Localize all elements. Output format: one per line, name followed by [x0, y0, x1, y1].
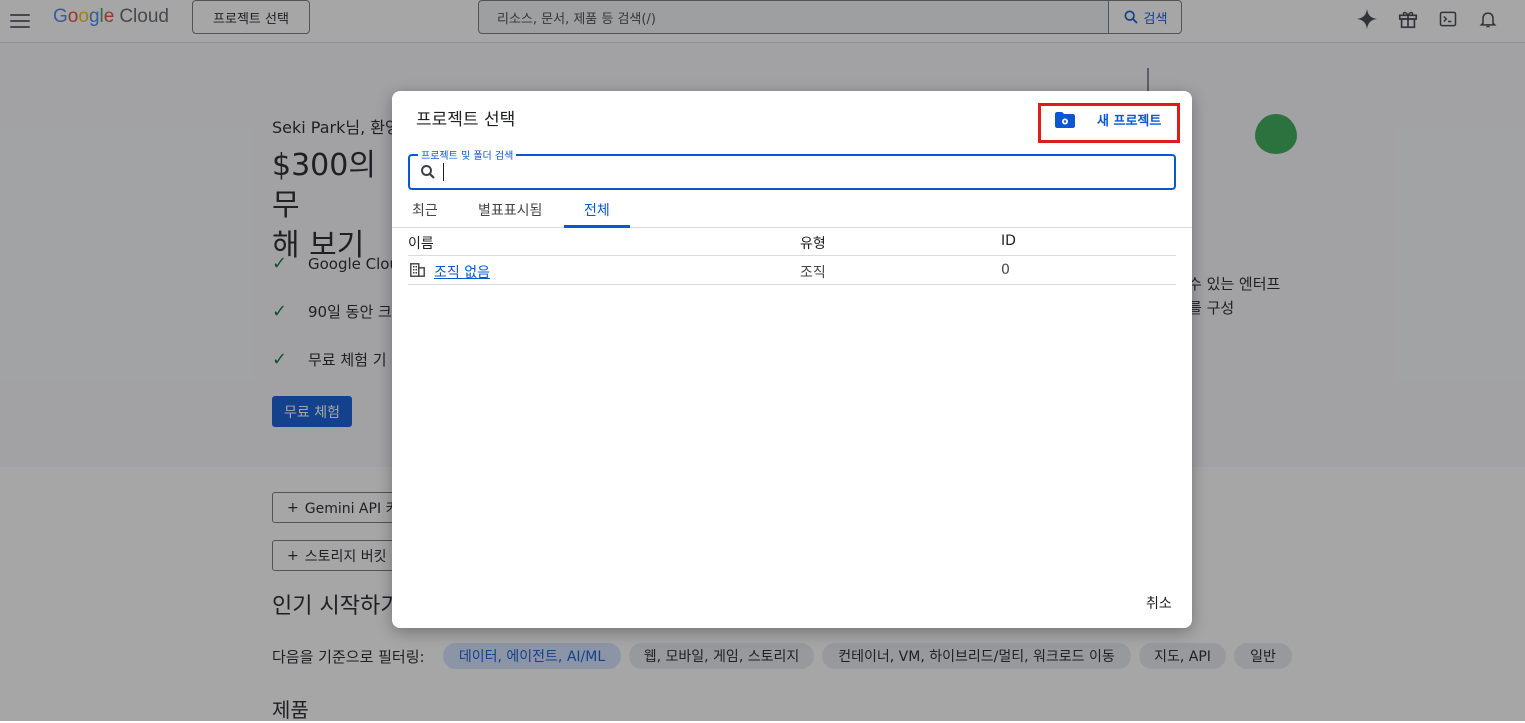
row-id: 0	[1001, 262, 1010, 278]
table-header: 이름 유형 ID	[408, 227, 1176, 256]
tab-starred[interactable]: 별표표시됨	[478, 200, 542, 220]
project-search-field[interactable]: 프로젝트 및 폴더 검색	[408, 147, 1176, 190]
tab-all[interactable]: 전체	[584, 200, 610, 220]
folder-settings-icon	[1055, 111, 1075, 128]
cancel-button[interactable]: 취소	[1146, 593, 1172, 613]
new-project-label: 새 프로젝트	[1097, 114, 1162, 129]
search-icon	[421, 165, 435, 179]
search-field-label: 프로젝트 및 폴더 검색	[418, 147, 517, 162]
column-header-name: 이름	[408, 236, 434, 252]
organization-link[interactable]: 조직 없음	[434, 262, 490, 282]
dialog-tabs: 최근 별표표시됨 전체	[392, 195, 1192, 228]
tab-recent[interactable]: 최근	[412, 200, 438, 220]
new-project-button[interactable]: 새 프로젝트	[1055, 110, 1161, 129]
table-row: 조직 없음 조직 0	[408, 256, 1176, 285]
row-type: 조직	[800, 265, 826, 281]
column-header-type: 유형	[800, 236, 826, 252]
dialog-title: 프로젝트 선택	[416, 110, 516, 130]
organization-icon	[410, 263, 425, 277]
text-cursor	[443, 163, 444, 181]
column-header-id: ID	[1001, 233, 1016, 249]
new-project-highlight: 새 프로젝트	[1038, 103, 1180, 143]
select-project-dialog: 프로젝트 선택 새 프로젝트 프로젝트 및 폴더 검색 최근 별표표시됨 전체 …	[392, 91, 1192, 628]
